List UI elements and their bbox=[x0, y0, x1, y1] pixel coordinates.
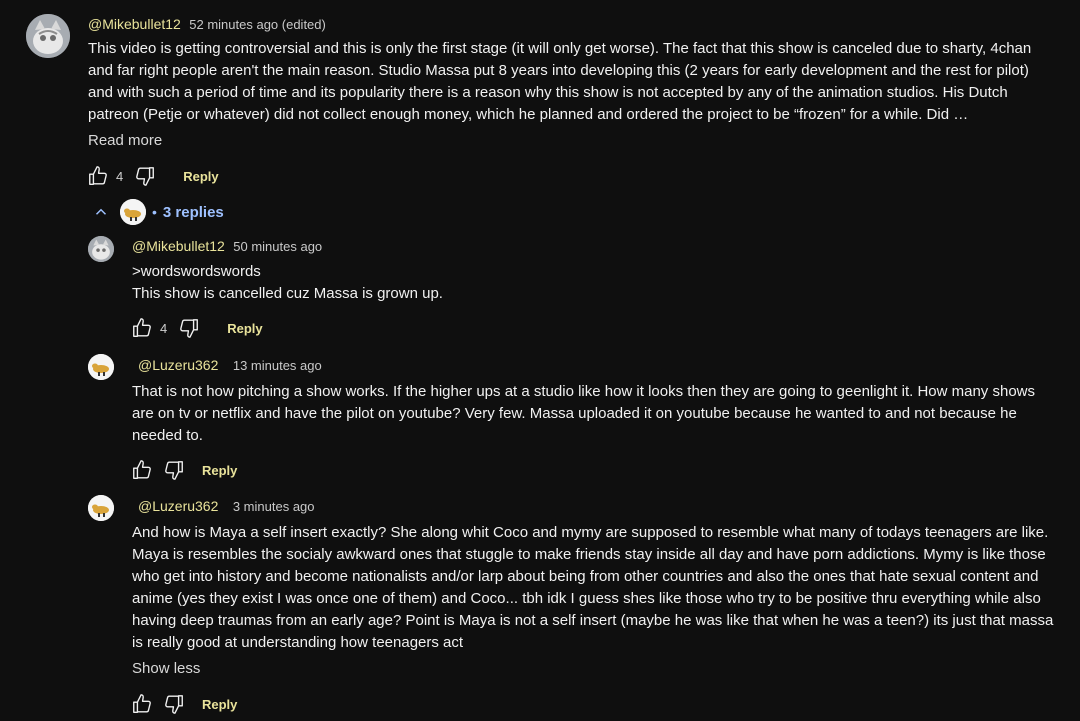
reply-author[interactable]: @Luzeru362 bbox=[132, 355, 224, 375]
reply-button[interactable]: Reply bbox=[227, 321, 262, 336]
reply-button[interactable]: Reply bbox=[202, 463, 237, 478]
like-count: 4 bbox=[160, 320, 168, 336]
reply-text: >wordswordswords This show is cancelled … bbox=[132, 261, 1052, 305]
dislike-button[interactable] bbox=[162, 692, 186, 716]
comment-timestamp[interactable]: 52 minutes ago (edited) bbox=[189, 17, 326, 32]
duck-avatar-icon bbox=[88, 495, 114, 521]
avatar-luzeru362[interactable] bbox=[88, 495, 114, 521]
comment-author[interactable]: @Mikebullet12 bbox=[88, 16, 181, 32]
like-button[interactable] bbox=[130, 692, 154, 716]
comment-actions: 4 Reply bbox=[86, 164, 219, 188]
comment-text: This video is getting controversial and … bbox=[88, 40, 1032, 123]
duck-avatar-icon bbox=[120, 199, 146, 225]
reply-timestamp[interactable]: 50 minutes ago bbox=[233, 239, 322, 254]
replies-toggle[interactable]: • 3 replies bbox=[92, 199, 224, 225]
thumbs-down-icon bbox=[180, 319, 199, 338]
show-less-button[interactable]: Show less bbox=[132, 660, 200, 677]
thumbs-down-icon bbox=[136, 167, 155, 186]
reply-timestamp[interactable]: 3 minutes ago bbox=[233, 499, 315, 514]
reply-actions: 4 Reply bbox=[130, 316, 263, 340]
thumbs-up-icon bbox=[133, 318, 151, 337]
read-more-button[interactable]: Read more bbox=[88, 132, 162, 149]
reply-header: @Mikebullet12 50 minutes ago bbox=[132, 237, 322, 256]
thumbs-up-icon bbox=[133, 694, 151, 713]
like-button[interactable] bbox=[130, 458, 154, 482]
like-button[interactable] bbox=[130, 316, 154, 340]
reply-actions: Reply bbox=[130, 458, 237, 482]
thumbs-down-icon bbox=[165, 695, 183, 714]
reply-text-line: This show is cancelled cuz Massa is grow… bbox=[132, 285, 443, 302]
cat-avatar-icon bbox=[88, 236, 114, 262]
reply-button[interactable]: Reply bbox=[183, 169, 218, 184]
avatar-mikebullet12-reply[interactable] bbox=[88, 236, 114, 262]
like-count: 4 bbox=[116, 168, 124, 184]
reply-text: And how is Maya a self insert exactly? S… bbox=[132, 524, 1054, 651]
dislike-button[interactable] bbox=[162, 458, 186, 482]
replies-separator: • bbox=[152, 204, 157, 220]
chevron-up-icon bbox=[95, 208, 107, 215]
replies-count-label: 3 replies bbox=[162, 203, 224, 221]
reply-button[interactable]: Reply bbox=[202, 697, 237, 712]
avatar-mikebullet12[interactable] bbox=[26, 14, 70, 58]
reply-timestamp[interactable]: 13 minutes ago bbox=[233, 358, 322, 373]
dislike-button[interactable] bbox=[177, 316, 201, 340]
duck-avatar-icon bbox=[88, 354, 114, 380]
dislike-button[interactable] bbox=[133, 164, 157, 188]
reply-text-line: >wordswordswords bbox=[132, 263, 261, 280]
comment-header: @Mikebullet12 52 minutes ago (edited) bbox=[88, 15, 326, 34]
reply-author[interactable]: @Mikebullet12 bbox=[132, 238, 225, 254]
thumbs-down-icon bbox=[165, 461, 183, 480]
reply-actions: Reply bbox=[130, 692, 237, 716]
reply-author-avatar bbox=[120, 199, 146, 225]
reply-author[interactable]: @Luzeru362 bbox=[132, 496, 224, 516]
reply-text: That is not how pitching a show works. I… bbox=[132, 383, 1035, 444]
reply-header: @Luzeru362 3 minutes ago bbox=[132, 497, 315, 516]
like-button[interactable] bbox=[86, 164, 110, 188]
thumbs-up-icon bbox=[89, 166, 107, 185]
cat-avatar-icon bbox=[26, 14, 70, 58]
reply-header: @Luzeru362 13 minutes ago bbox=[132, 356, 322, 375]
thumbs-up-icon bbox=[133, 460, 151, 479]
avatar-luzeru362[interactable] bbox=[88, 354, 114, 380]
